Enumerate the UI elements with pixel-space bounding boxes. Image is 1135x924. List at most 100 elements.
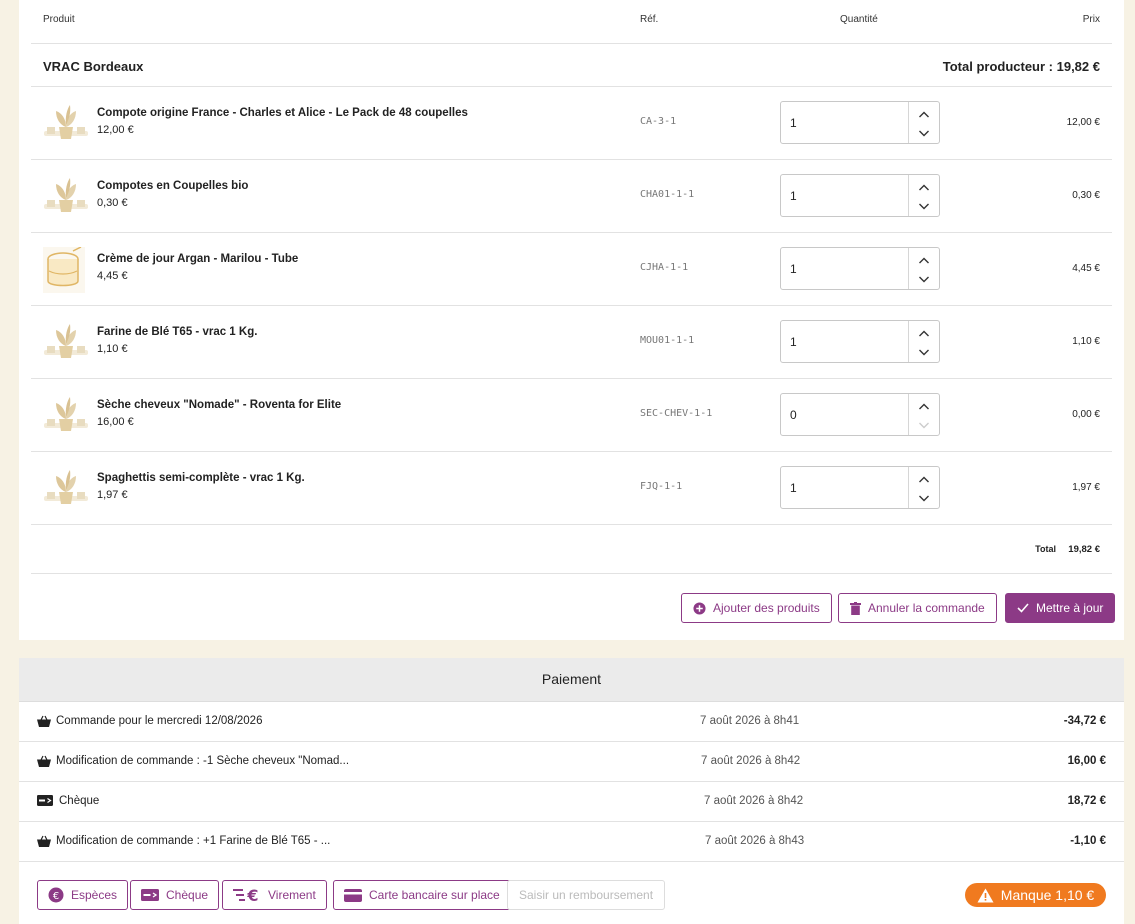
table-header: Produit Réf. Quantité Prix <box>31 0 1112 44</box>
quantity-value: 1 <box>790 481 797 495</box>
chevron-down-icon[interactable] <box>918 418 930 430</box>
product-info: Spaghettis semi-complète - vrac 1 Kg. 1,9… <box>97 472 305 501</box>
refund-label: Saisir un remboursement <box>519 888 654 902</box>
plant-icon <box>43 174 89 218</box>
order-panel: Produit Réf. Quantité Prix VRAC Bordeaux… <box>19 0 1124 640</box>
basket-icon <box>37 835 51 847</box>
quantity-spinner <box>908 394 939 435</box>
product-ref: CHA01-1-1 <box>640 189 695 200</box>
card-button[interactable]: Carte bancaire sur place <box>333 880 511 910</box>
plant-icon <box>43 101 89 145</box>
svg-text:€: € <box>246 887 258 903</box>
chevron-down-icon[interactable] <box>918 126 930 138</box>
table-row: Sèche cheveux "Nomade" - Roventa for Eli… <box>31 379 1112 452</box>
payment-amount: -34,72 € <box>1063 715 1106 727</box>
product-unit-price: 12,00 € <box>97 124 134 136</box>
payment-amount: 16,00 € <box>1067 755 1106 767</box>
chevron-down-icon[interactable] <box>918 491 930 503</box>
product-info: Compote origine France - Charles et Alic… <box>97 107 468 136</box>
chevron-up-icon[interactable] <box>918 181 930 193</box>
product-name: Farine de Blé T65 - vrac 1 Kg. <box>97 326 258 338</box>
add-products-button[interactable]: Ajouter des produits <box>681 593 832 623</box>
transfer-euro-icon: € <box>233 887 259 903</box>
cancel-order-label: Annuler la commande <box>868 601 985 615</box>
product-name: Sèche cheveux "Nomade" - Roventa for Eli… <box>97 399 342 411</box>
chevron-up-icon[interactable] <box>918 473 930 485</box>
quantity-stepper[interactable]: 1 <box>780 247 940 290</box>
header-price: Prix <box>1082 14 1100 25</box>
table-row: Crème de jour Argan - Marilou - Tube 4,45… <box>31 233 1112 306</box>
payment-label: Chèque <box>59 795 100 807</box>
payment-amount: 18,72 € <box>1067 795 1106 807</box>
quantity-stepper[interactable]: 1 <box>780 174 940 217</box>
quantity-value: 1 <box>790 262 797 276</box>
header-product: Produit <box>43 14 75 25</box>
warning-icon <box>977 888 994 902</box>
chevron-down-icon[interactable] <box>918 272 930 284</box>
chevron-down-icon[interactable] <box>918 345 930 357</box>
line-price: 1,97 € <box>1072 482 1100 493</box>
chevron-up-icon[interactable] <box>918 400 930 412</box>
cheque-icon <box>37 795 53 807</box>
plant-icon <box>43 393 89 437</box>
cheque-icon <box>141 889 159 901</box>
cheque-label: Chèque <box>166 888 209 902</box>
payment-date: 7 août 2026 à 8h43 <box>705 835 805 847</box>
product-unit-price: 0,30 € <box>97 197 128 209</box>
jar-icon <box>43 246 89 293</box>
quantity-spinner <box>908 467 939 508</box>
quantity-stepper[interactable]: 1 <box>780 101 940 144</box>
order-total-label: Total <box>1035 544 1056 554</box>
plant-icon <box>43 466 89 510</box>
line-price: 12,00 € <box>1066 117 1100 128</box>
chevron-up-icon[interactable] <box>918 108 930 120</box>
quantity-spinner <box>908 321 939 362</box>
quantity-stepper[interactable]: 1 <box>780 466 940 509</box>
payment-row: Modification de commande : -1 Sèche chev… <box>19 742 1124 782</box>
payment-label: Modification de commande : +1 Farine de … <box>56 835 331 847</box>
plant-icon <box>43 320 89 364</box>
product-name: Compote origine France - Charles et Alic… <box>97 107 468 119</box>
quantity-stepper[interactable]: 1 <box>780 320 940 363</box>
trash-icon <box>850 601 861 615</box>
chevron-up-icon[interactable] <box>918 254 930 266</box>
basket-icon <box>37 755 51 767</box>
cheque-button[interactable]: Chèque <box>130 880 220 910</box>
order-total-row: Total 19,82 € <box>31 525 1112 574</box>
product-name: Compotes en Coupelles bio <box>97 180 249 192</box>
cancel-order-button[interactable]: Annuler la commande <box>838 593 997 623</box>
payment-title: Paiement <box>19 658 1124 702</box>
payment-amount: -1,10 € <box>1070 835 1106 847</box>
transfer-button[interactable]: € Virement <box>222 880 327 910</box>
product-name: Crème de jour Argan - Marilou - Tube <box>97 253 299 265</box>
plus-circle-icon <box>693 601 706 615</box>
chevron-up-icon[interactable] <box>918 327 930 339</box>
payment-date: 7 août 2026 à 8h42 <box>704 795 804 807</box>
quantity-stepper[interactable]: 0 <box>780 393 940 436</box>
product-info: Compotes en Coupelles bio 0,30 € <box>97 180 248 209</box>
product-unit-price: 1,97 € <box>97 489 128 501</box>
cash-label: Espèces <box>71 888 118 902</box>
chevron-down-icon[interactable] <box>918 199 930 211</box>
cash-button[interactable]: € Espèces <box>37 880 129 910</box>
line-price: 0,00 € <box>1072 409 1100 420</box>
producer-total: Total producteur : 19,82 € <box>942 59 1100 74</box>
line-price: 1,10 € <box>1072 336 1100 347</box>
line-price: 0,30 € <box>1072 190 1100 201</box>
check-icon <box>1017 603 1029 613</box>
product-ref: CA-3-1 <box>640 116 677 127</box>
product-ref: FJQ-1-1 <box>640 481 683 492</box>
product-unit-price: 4,45 € <box>97 270 128 282</box>
product-info: Crème de jour Argan - Marilou - Tube 4,45… <box>97 253 298 282</box>
payment-label: Modification de commande : -1 Sèche chev… <box>56 755 350 767</box>
table-row: Compote origine France - Charles et Alic… <box>31 87 1112 160</box>
update-button[interactable]: Mettre à jour <box>1005 593 1116 623</box>
credit-card-icon <box>344 888 362 902</box>
table-row: Spaghettis semi-complète - vrac 1 Kg. 1,9… <box>31 452 1112 525</box>
add-products-label: Ajouter des produits <box>713 601 820 615</box>
product-name: Spaghettis semi-complète - vrac 1 Kg. <box>97 472 305 484</box>
refund-button[interactable]: Saisir un remboursement <box>507 880 666 910</box>
product-ref: MOU01-1-1 <box>640 335 695 346</box>
table-row: Compotes en Coupelles bio 0,30 € CHA01-1-1… <box>31 160 1112 233</box>
quantity-spinner <box>908 102 939 143</box>
